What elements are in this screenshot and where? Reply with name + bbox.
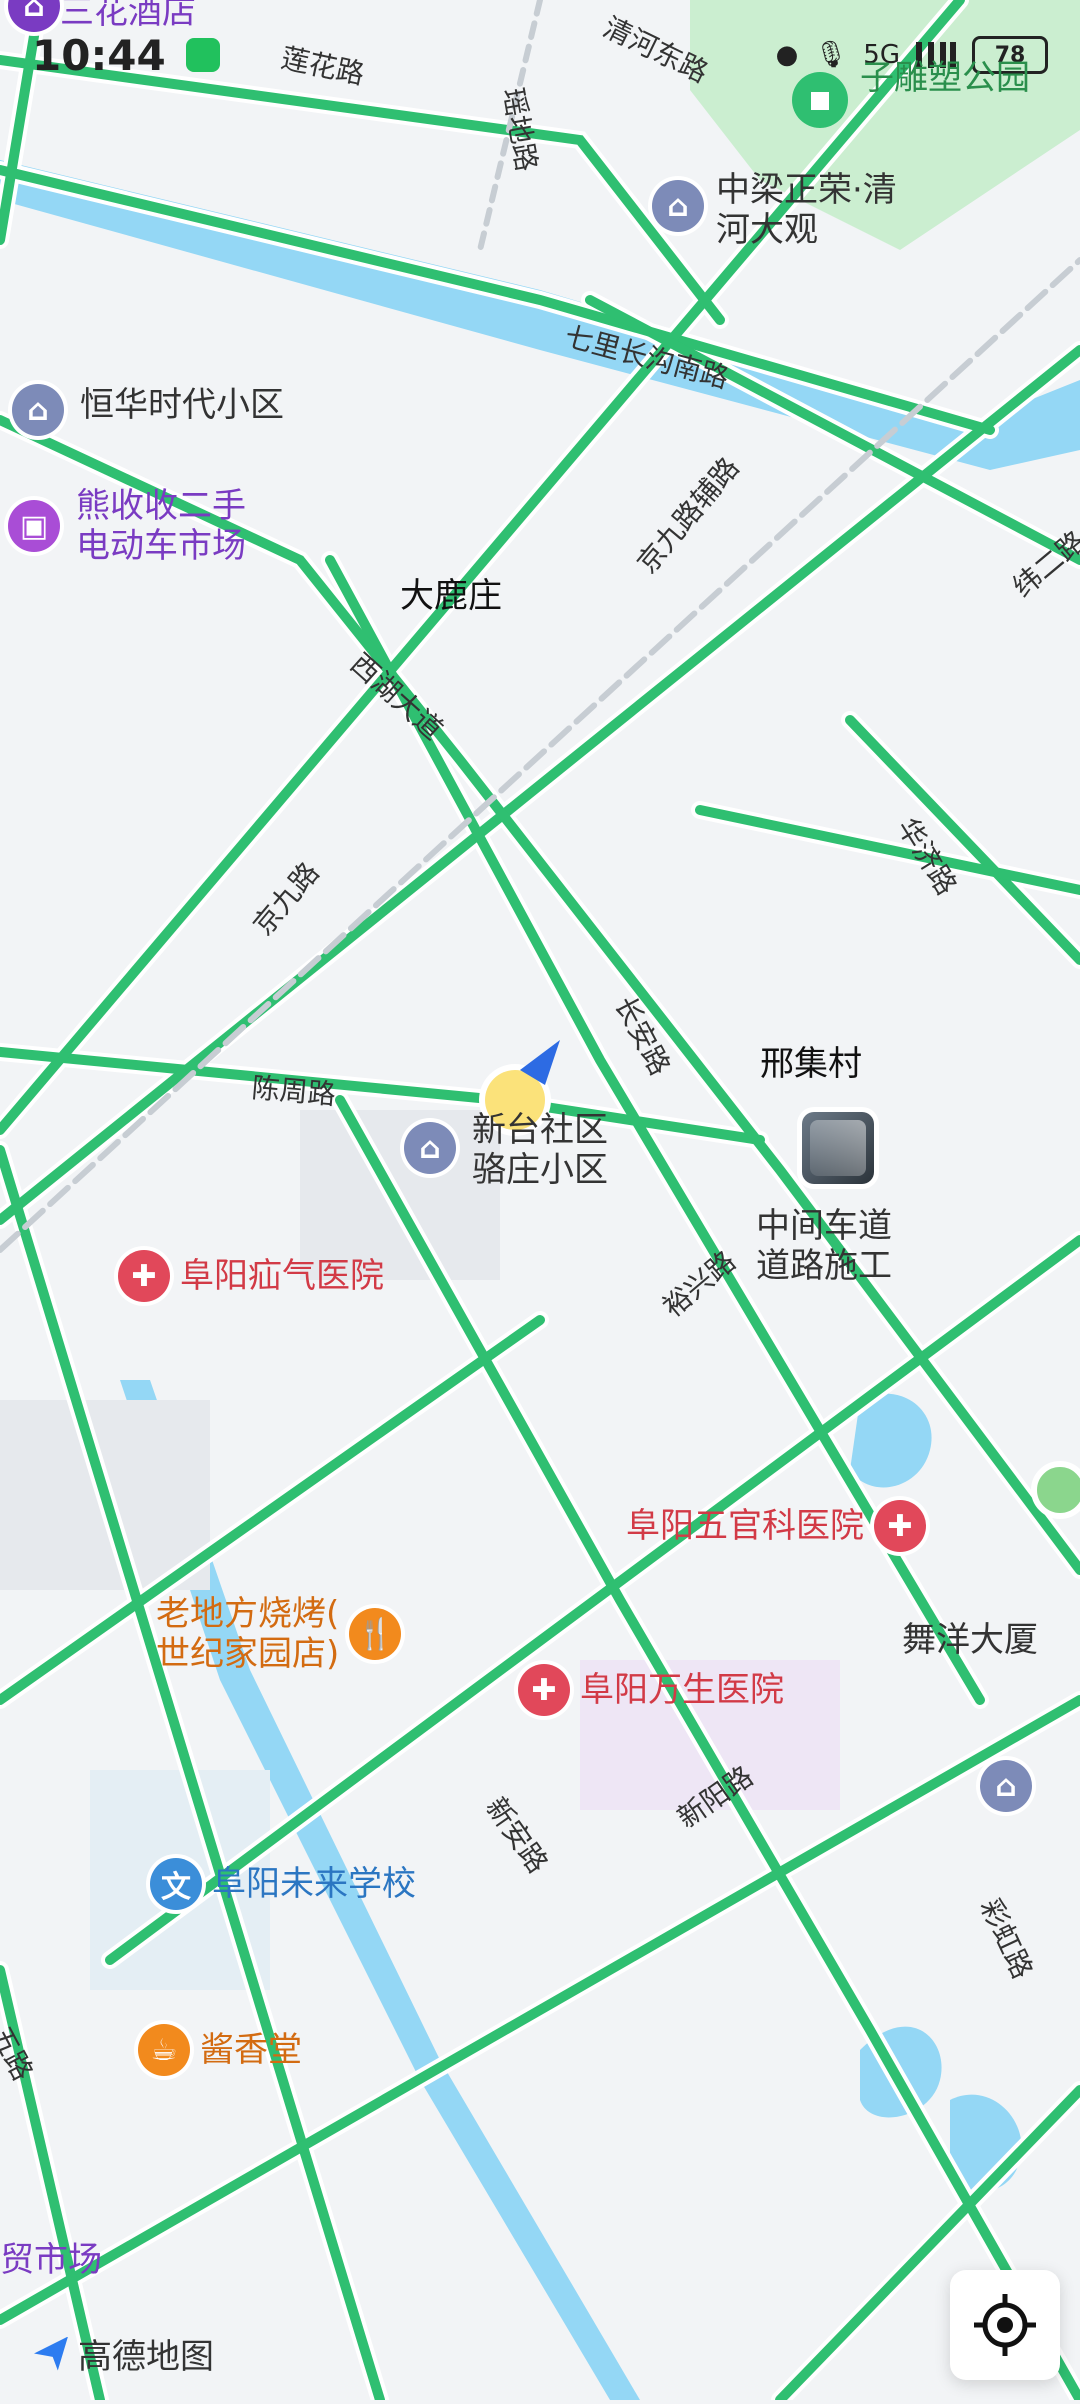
place-park[interactable]: 子雕塑公园 [860, 58, 1030, 98]
place-xingjicun[interactable]: 邢集村 [760, 1044, 862, 1084]
place-dalu-zhuang[interactable]: 大鹿庄 [400, 576, 502, 616]
food-icon: ☕ [138, 2024, 190, 2076]
road-xihu [0, 415, 1080, 1575]
hospital-icon: ✚ [874, 1500, 926, 1552]
restaurant-icon: 🍴 [349, 1608, 402, 1660]
place-henghua[interactable]: 恒华时代小区 [80, 385, 284, 425]
poi-weilai[interactable]: 文 阜阳未来学校 [150, 1858, 416, 1910]
poi-jiangxiang-label: 酱香堂 [200, 2030, 302, 2070]
poi-wansheng[interactable]: ✚ 阜阳万生医院 [518, 1664, 784, 1716]
construction-photo [810, 1120, 866, 1176]
home-icon: ⌂ [652, 180, 704, 232]
brand-label: 高德地图 [78, 2337, 214, 2377]
place-xiongshou[interactable]: 熊收收二手 电动车市场 [76, 486, 246, 566]
poi-zhongliang-icon-wrap[interactable]: ⌂ [652, 180, 704, 232]
park-pin [792, 72, 848, 128]
poi-right-home-icon-wrap[interactable]: ⌂ [980, 1760, 1032, 1812]
hospital-icon: ✚ [518, 1664, 570, 1716]
place-zhongliang[interactable]: 中梁正荣·清 河大观 [716, 170, 897, 250]
road-east-short [695, 805, 1080, 895]
poi-wuguanke-label: 阜阳五官科医院 [626, 1506, 864, 1546]
poi-xintai-icon-wrap[interactable]: ⌂ [404, 1122, 456, 1174]
map-brand: 高德地图 [34, 2329, 214, 2378]
hotel-icon: ⌂ [8, 0, 60, 32]
road-label-chenzhou: 陈周路 [250, 1071, 338, 1112]
place-zhongjian[interactable]: 中间车道 道路施工 [756, 1206, 892, 1286]
poi-laodifang-label: 老地方烧烤( 世纪家园店) [156, 1594, 340, 1674]
place-xintai[interactable]: 新台社区 骆庄小区 [472, 1110, 608, 1190]
locate-button[interactable] [950, 2270, 1060, 2380]
hospital-icon: ✚ [118, 1250, 170, 1302]
poi-henghua-icon-wrap[interactable]: ⌂ [12, 384, 64, 436]
road-end-circle [1031, 1461, 1080, 1519]
gaode-logo-icon [34, 2336, 68, 2371]
poi-wuguanke[interactable]: ✚ 阜阳五官科医院 [626, 1500, 926, 1552]
locate-icon [974, 2294, 1036, 2356]
school-icon: 文 [150, 1858, 202, 1910]
place-market[interactable]: 贸市场 [0, 2240, 102, 2280]
poi-wansheng-label: 阜阳万生医院 [580, 1670, 784, 1710]
poi-shanqi[interactable]: ✚ 阜阳疝气医院 [118, 1250, 384, 1302]
place-wuyang[interactable]: 舞洋大厦 [902, 1620, 1038, 1660]
poi-weilai-label: 阜阳未来学校 [212, 1864, 416, 1904]
poi-xiongshou-icon-wrap[interactable]: ▣ [8, 500, 60, 552]
home-icon: ⌂ [404, 1122, 456, 1174]
poi-laodifang[interactable]: 🍴 老地方烧烤( 世纪家园店) [156, 1594, 402, 1674]
poi-jiangxiang[interactable]: ☕ 酱香堂 [138, 2024, 302, 2076]
poi-sanhua-icon-wrap[interactable]: ⌂ [8, 0, 60, 32]
map-canvas[interactable]: 10:44 ● 🎙 5G 78 三花酒店 子雕塑公园 中梁正荣·清 河大观 恒华… [0, 0, 1080, 2404]
home-icon: ⌂ [12, 384, 64, 436]
shop-icon: ▣ [8, 500, 60, 552]
poi-shanqi-label: 阜阳疝气医院 [180, 1256, 384, 1296]
home-icon: ⌂ [980, 1760, 1032, 1812]
place-sanhua[interactable]: 三花酒店 [60, 0, 196, 32]
construction-photo-marker[interactable] [802, 1112, 874, 1184]
